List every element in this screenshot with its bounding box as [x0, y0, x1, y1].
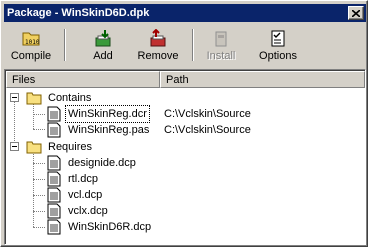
file-name: vclx.dcp [68, 205, 108, 217]
collapse-toggle[interactable] [10, 93, 19, 102]
add-button[interactable]: Add [88, 27, 118, 65]
collapse-toggle[interactable] [10, 142, 19, 151]
install-label: Install [206, 50, 236, 62]
path-column-label: Path [166, 74, 189, 86]
window-title: Package - WinSkinD6D.dpk [7, 7, 150, 19]
file-name: designide.dcp [68, 157, 136, 169]
file-icon [47, 155, 61, 171]
file-icon [47, 171, 61, 187]
tree-node-requires[interactable]: Requires [6, 139, 365, 155]
remove-button[interactable]: Remove [135, 27, 181, 65]
options-label: Options [259, 50, 297, 62]
add-label: Add [93, 50, 113, 62]
compile-icon: 1010 [22, 32, 40, 46]
path-column-header[interactable]: Path [160, 71, 365, 88]
column-header: Files Path [6, 71, 365, 88]
svg-text:1010: 1010 [25, 39, 40, 46]
title-bar[interactable]: Package - WinSkinD6D.dpk [4, 4, 366, 22]
compile-button[interactable]: 1010 Compile [10, 27, 52, 65]
tree-item[interactable]: vcl.dcp [6, 187, 365, 203]
tree-node-label: Requires [48, 141, 93, 153]
file-name: WinSkinD6R.dcp [68, 221, 152, 233]
toolbar-separator [192, 29, 194, 61]
tree-node-contains[interactable]: Contains [6, 90, 365, 106]
options-icon [271, 30, 285, 47]
tree-item[interactable]: WinSkinReg.dcr C:\Vclskin\Source [6, 105, 365, 123]
add-icon [95, 30, 111, 47]
tree-item[interactable]: designide.dcp [6, 155, 365, 171]
remove-label: Remove [137, 50, 179, 62]
file-name: rtl.dcp [68, 173, 98, 185]
files-column-label: Files [12, 74, 36, 86]
file-path: C:\Vclskin\Source [164, 108, 251, 120]
file-icon [47, 187, 61, 203]
install-button[interactable]: Install [205, 27, 237, 65]
file-path: C:\Vclskin\Source [164, 124, 251, 136]
file-name: vcl.dcp [68, 189, 103, 201]
file-name: WinSkinReg.pas [68, 124, 150, 136]
toolbar: 1010 Compile Add Remove Install Options [4, 25, 366, 67]
folder-icon [26, 92, 42, 105]
files-column-header[interactable]: Files [6, 71, 160, 88]
package-tree: Contains WinSkinReg.dcr C:\Vclskin\Sourc… [6, 88, 365, 244]
file-icon [47, 106, 61, 122]
compile-label: Compile [10, 50, 52, 62]
package-window: Package - WinSkinD6D.dpk 1010 Compile Ad… [0, 0, 368, 247]
file-icon [47, 203, 61, 219]
file-icon [47, 219, 61, 235]
tree-node-label: Contains [48, 92, 92, 104]
file-name: WinSkinReg.dcr [65, 105, 150, 123]
file-icon [47, 122, 61, 138]
folder-icon [26, 141, 42, 154]
tree-item[interactable]: WinSkinD6R.dcp [6, 219, 365, 235]
close-button[interactable] [348, 6, 364, 20]
tree-item[interactable]: WinSkinReg.pas C:\Vclskin\Source [6, 122, 365, 138]
close-icon [352, 9, 360, 17]
tree-item[interactable]: vclx.dcp [6, 203, 365, 219]
files-panel: Files Path Contains WinSkinReg.dcr C:\Vc… [4, 69, 366, 245]
remove-icon [150, 29, 166, 47]
tree-item[interactable]: rtl.dcp [6, 171, 365, 187]
install-icon [215, 31, 227, 47]
options-button[interactable]: Options [257, 27, 299, 65]
toolbar-separator [64, 29, 66, 61]
